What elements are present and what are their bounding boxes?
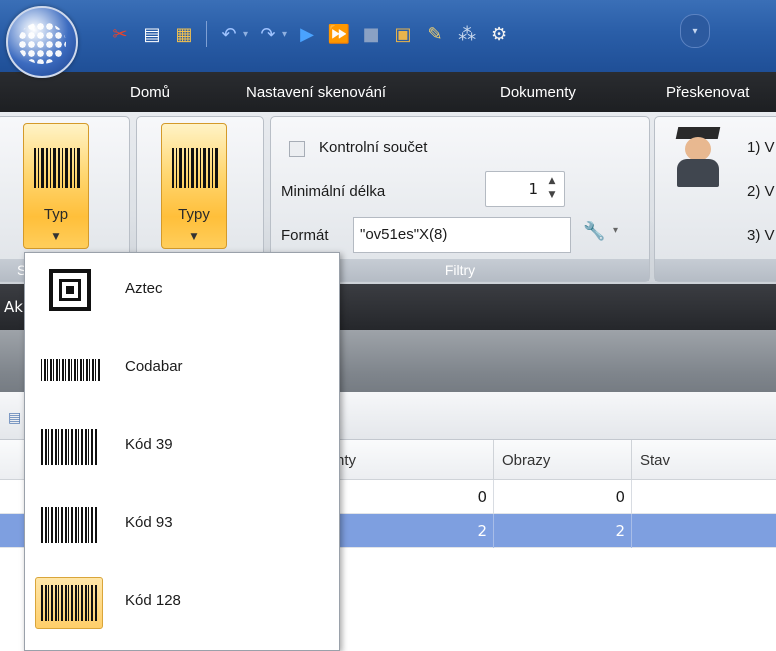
stop-icon[interactable]: ■ bbox=[359, 22, 383, 46]
scissors-icon[interactable]: ✂ bbox=[108, 22, 132, 46]
min-length-value: 1 bbox=[528, 180, 538, 198]
format-value: "ov51es"X(8) bbox=[360, 226, 448, 243]
menu-item-label: Kód 93 bbox=[125, 514, 173, 531]
quick-access-toolbar: ✂ ▤ ▦ ↶ ▾ ↷ ▾ ▶ ⏩ ■ ▣ ✎ ⁂ ⚙ bbox=[108, 18, 511, 50]
graduate-avatar-icon bbox=[673, 127, 721, 187]
chevron-down-icon[interactable]: ▼ bbox=[544, 190, 560, 203]
group-label bbox=[655, 259, 776, 281]
types-button-label: Typy bbox=[178, 206, 210, 223]
menu-item-codabar[interactable]: Codabar bbox=[25, 331, 339, 407]
code39-barcode-icon bbox=[35, 421, 103, 473]
menu-item-aztec[interactable]: Aztec bbox=[25, 253, 339, 329]
chevron-down-icon[interactable]: ▾ bbox=[613, 225, 618, 236]
code128-barcode-icon bbox=[35, 577, 103, 629]
codabar-barcode-icon bbox=[35, 343, 103, 395]
checksum-label: Kontrolní součet bbox=[319, 139, 428, 156]
edit-icon[interactable]: ✎ bbox=[423, 22, 447, 46]
menu-item-label: Aztec bbox=[125, 280, 163, 297]
tab-documents[interactable]: Dokumenty bbox=[500, 84, 576, 101]
application-menu-button[interactable] bbox=[6, 6, 78, 78]
column-header-label: Obrazy bbox=[502, 452, 551, 469]
chevron-down-icon: ▼ bbox=[190, 232, 198, 242]
table-cell-status bbox=[632, 480, 776, 514]
cell-value: 0 bbox=[615, 488, 625, 506]
play-icon[interactable]: ▶ bbox=[295, 22, 319, 46]
undo-icon[interactable]: ↶ bbox=[217, 22, 241, 46]
type-button[interactable]: Typ ▼ bbox=[23, 123, 89, 249]
tab-rescan[interactable]: Přeskenovat bbox=[666, 84, 749, 101]
chevron-up-icon[interactable]: ▲ bbox=[544, 176, 560, 189]
menu-item-label: Kód 128 bbox=[125, 592, 181, 609]
step-3-link[interactable]: 3) V bbox=[747, 227, 775, 244]
min-length-stepper[interactable]: 1 ▲ ▼ bbox=[485, 171, 565, 207]
ribbon-tab-row: Domů Nastavení skenování Dokumenty Přesk… bbox=[0, 72, 776, 112]
menu-item-code128[interactable]: Kód 128 bbox=[25, 565, 339, 641]
scan-icon[interactable]: ▣ bbox=[391, 22, 415, 46]
barcode-type-menu: Aztec Codabar Kód 39 Kód 93 Kód 128 bbox=[24, 252, 340, 651]
table-cell-status bbox=[632, 514, 776, 548]
title-bar: ✂ ▤ ▦ ↶ ▾ ↷ ▾ ▶ ⏩ ■ ▣ ✎ ⁂ ⚙ ▾ bbox=[0, 0, 776, 72]
redo-icon[interactable]: ↷ bbox=[256, 22, 280, 46]
min-length-label: Minimální délka bbox=[281, 183, 386, 200]
menu-item-code39[interactable]: Kód 39 bbox=[25, 409, 339, 485]
code93-barcode-icon bbox=[35, 499, 103, 551]
column-header-images[interactable]: Obrazy bbox=[494, 440, 632, 480]
barcode-icon bbox=[172, 148, 218, 188]
copy-icon[interactable]: ▤ bbox=[140, 22, 164, 46]
menu-item-label: Kód 39 bbox=[125, 436, 173, 453]
cell-value: 2 bbox=[615, 522, 625, 540]
panel-header-text: Ak bbox=[4, 298, 23, 316]
aztec-barcode-icon bbox=[35, 265, 103, 317]
chevron-down-icon[interactable]: ▾ bbox=[243, 29, 248, 40]
type-button-label: Typ bbox=[43, 206, 69, 223]
barcode-icon bbox=[34, 148, 80, 188]
table-cell-images: 2 bbox=[494, 514, 632, 548]
menu-item-code93[interactable]: Kód 93 bbox=[25, 487, 339, 563]
cell-value: 0 bbox=[477, 488, 487, 506]
chevron-down-icon[interactable]: ▾ bbox=[282, 29, 287, 40]
menu-item-label: Codabar bbox=[125, 358, 183, 375]
paste-icon[interactable]: ▦ bbox=[172, 22, 196, 46]
cell-value: 2 bbox=[477, 522, 487, 540]
app-logo-icon bbox=[18, 22, 66, 64]
format-input[interactable]: "ov51es"X(8) bbox=[353, 217, 571, 253]
chevron-down-icon: ▼ bbox=[52, 232, 60, 242]
step-1-link[interactable]: 1) V bbox=[747, 139, 775, 156]
column-header-status[interactable]: Stav bbox=[632, 440, 776, 480]
types-button[interactable]: Typy ▼ bbox=[161, 123, 227, 249]
toolbar-separator bbox=[206, 21, 207, 47]
wrench-icon[interactable]: 🔧 bbox=[583, 221, 605, 242]
settings-icon[interactable]: ⚙ bbox=[487, 22, 511, 46]
table-cell-images: 0 bbox=[494, 480, 632, 514]
format-label: Formát bbox=[281, 227, 329, 244]
step-2-link[interactable]: 2) V bbox=[747, 183, 775, 200]
tab-scan-settings[interactable]: Nastavení skenování bbox=[246, 84, 386, 101]
column-header-label: Stav bbox=[640, 452, 671, 469]
checksum-checkbox[interactable] bbox=[289, 141, 305, 157]
customize-toolbar-button[interactable]: ▾ bbox=[680, 14, 710, 48]
tab-home[interactable]: Domů bbox=[130, 84, 170, 101]
network-icon[interactable]: ⁂ bbox=[455, 22, 479, 46]
fast-forward-icon[interactable]: ⏩ bbox=[327, 22, 351, 46]
ribbon-group-wizard: 1) V 2) V 3) V bbox=[654, 116, 776, 282]
